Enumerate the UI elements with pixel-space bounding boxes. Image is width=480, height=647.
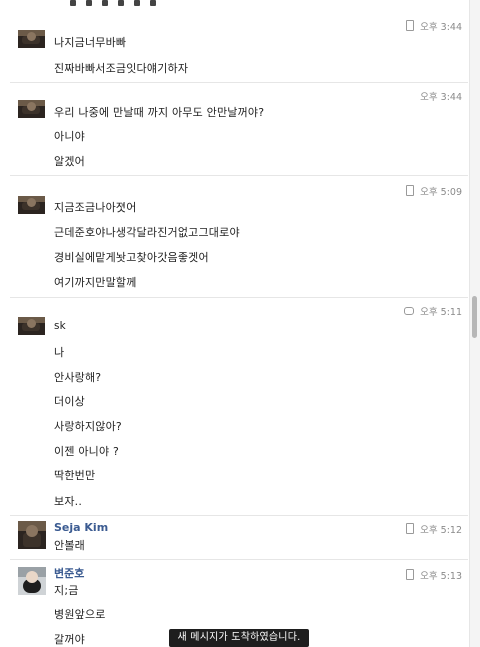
cropped-top-text [70,0,210,6]
message-time: 오후 5:11 [404,304,462,318]
divider [10,515,468,516]
sender-name[interactable]: 변준호 [54,565,84,581]
message-text: 더이상 [54,395,85,408]
message-text: 알겠어 [54,155,85,168]
message-time: 오후 3:44 [420,92,462,103]
divider [10,175,468,176]
scrollbar-thumb[interactable] [472,296,477,338]
avatar[interactable] [18,30,45,48]
message-text: 딱한번만 [54,469,96,482]
message-text: 근데준호야나생각달라진거없고그대로야 [54,226,240,239]
phone-icon [406,523,415,534]
chat-bubble-icon [404,307,415,315]
message-text: 나지금너무바빠 [54,36,127,49]
message-text: 갈꺼야 [54,633,85,646]
new-message-toast[interactable]: 새 메시지가 도착하였습니다. [169,629,309,647]
avatar[interactable] [18,521,46,549]
message-text: 병원앞으로 [54,608,106,621]
chat-log: 오후 3:44 나지금너무바빠 진짜바빠서조금잇다얘기하자 오후 3:44 우리… [0,0,470,647]
message-text: 안볼래 [54,539,85,552]
message-text: 지금조금나아졋어 [54,201,137,214]
message-text: 진짜바빠서조금잇다얘기하자 [54,62,189,75]
message-text: 경비실에맡게놧고찾아갓음좋겟어 [54,251,209,264]
message-text: 지;금 [54,584,79,597]
message-text: 나 [54,346,65,359]
avatar[interactable] [18,567,46,595]
message-time: 오후 5:09 [406,184,462,198]
message-text: 우리 나중에 만날때 까지 아무도 안만날꺼야? [54,106,265,119]
message-time: 오후 3:44 [406,19,462,33]
divider [10,82,468,83]
message-text: 아니야 [54,130,85,143]
phone-icon [406,185,415,196]
avatar[interactable] [18,317,45,335]
message-text: 보자.. [54,495,83,508]
message-text: 사랑하지않아? [54,420,122,433]
message-time: 오후 5:13 [406,568,462,582]
divider [10,297,468,298]
message-text: 안사랑해? [54,371,102,384]
divider [10,559,468,560]
message-time: 오후 5:12 [406,522,462,536]
avatar[interactable] [18,196,45,214]
phone-icon [406,569,415,580]
phone-icon [406,20,415,31]
message-text: 이젠 아니야 ? [54,445,120,458]
vertical-scrollbar[interactable] [469,0,480,647]
message-text: sk [54,320,66,332]
avatar[interactable] [18,100,45,118]
message-text: 여기까지만말할께 [54,276,137,289]
sender-name[interactable]: Seja Kim [54,521,108,534]
